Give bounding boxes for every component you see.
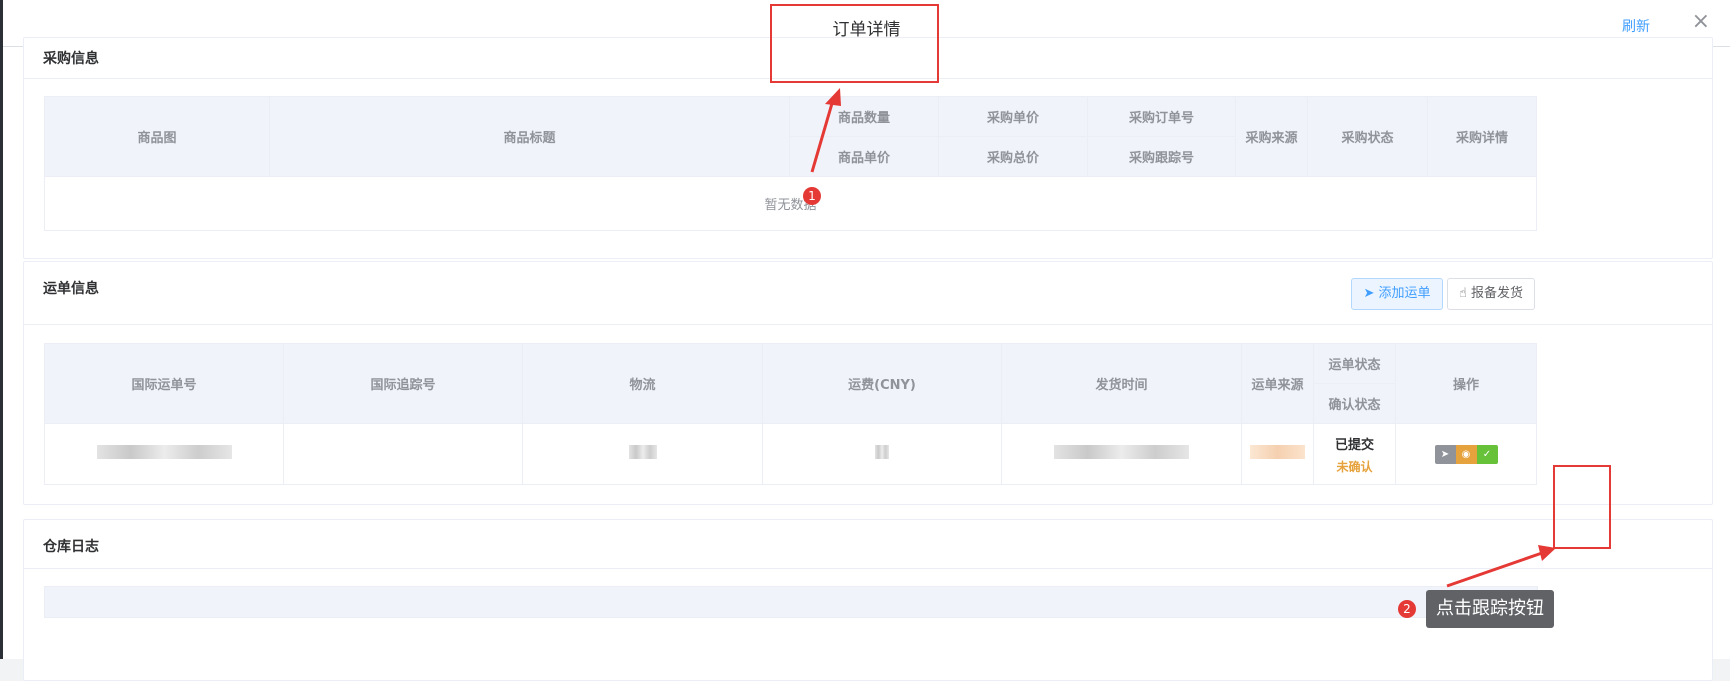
col-unit-price: 采购单价 <box>938 96 1088 137</box>
track-button[interactable]: ➤ <box>1434 444 1456 464</box>
step-1-marker: 1 <box>803 187 821 205</box>
col-freight: 运费(CNY) <box>762 343 1002 424</box>
redacted-value <box>628 445 657 459</box>
confirm-status-text: 未确认 <box>1336 459 1373 474</box>
divider <box>24 324 1712 325</box>
redacted-value <box>1054 445 1189 459</box>
close-icon[interactable]: × <box>1692 10 1710 34</box>
thumb-icon: ☝ <box>1458 286 1467 301</box>
col-intl-waybill-no: 国际运单号 <box>44 343 284 424</box>
check-icon: ✓ <box>1482 448 1492 460</box>
redacted-value <box>96 445 232 459</box>
empty-state: 暂无数据 <box>44 176 1537 231</box>
col-tracking-no: 采购跟踪号 <box>1087 136 1236 177</box>
col-goods-title: 商品标题 <box>269 96 790 177</box>
cell-waybill-source <box>1241 423 1314 485</box>
waybill-card: 运单信息 ➤ 添加运单 ☝ 报备发货 国际运单号 国际追踪号 物流 运费(CNY… <box>23 261 1713 505</box>
cell-logistics <box>522 423 763 485</box>
purchase-table: 商品图 商品标题 商品数量 采购单价 采购订单号 采购来源 采购状态 采购详情 … <box>44 96 1537 231</box>
col-logistics: 物流 <box>522 343 763 424</box>
col-goods-image: 商品图 <box>44 96 270 177</box>
col-intl-tracking-no: 国际追踪号 <box>283 343 523 424</box>
col-goods-price: 商品单价 <box>789 136 939 177</box>
action-group: ➤ ◉ ✓ <box>1434 444 1498 464</box>
col-waybill-source: 运单来源 <box>1241 343 1314 424</box>
purchase-title: 采购信息 <box>43 51 99 67</box>
col-order-no: 采购订单号 <box>1087 96 1236 137</box>
dialog-body[interactable]: 采购信息 商品图 商品标题 商品数量 采购单价 采购订单号 采购来源 采购状态 … <box>3 37 1730 681</box>
cell-intl-waybill-no <box>44 423 284 485</box>
table-row: 已提交 未确认 ➤ ◉ ✓ <box>44 423 1537 485</box>
cell-intl-tracking-no <box>283 423 523 485</box>
annotation-box-track <box>1553 465 1611 549</box>
redacted-value <box>1250 445 1305 459</box>
view-button[interactable]: ◉ <box>1455 444 1477 464</box>
add-waybill-button[interactable]: ➤ 添加运单 <box>1351 278 1443 310</box>
eye-icon: ◉ <box>1461 448 1471 460</box>
col-ship-time: 发货时间 <box>1001 343 1242 424</box>
send-icon: ➤ <box>1440 448 1450 460</box>
col-total-price: 采购总价 <box>938 136 1088 177</box>
col-waybill-status: 运单状态 <box>1313 343 1396 384</box>
warehouse-table-header <box>44 586 1538 618</box>
refresh-link[interactable]: 刷新 <box>1622 16 1650 36</box>
instruction-tooltip: 点击跟踪按钮 <box>1426 590 1554 628</box>
col-source: 采购来源 <box>1235 96 1308 177</box>
col-status: 采购状态 <box>1307 96 1428 177</box>
col-detail: 采购详情 <box>1427 96 1537 177</box>
redacted-value <box>875 445 889 459</box>
col-goods-qty: 商品数量 <box>789 96 939 137</box>
cell-ship-time <box>1001 423 1242 485</box>
divider <box>24 568 1712 569</box>
step-2-marker: 2 <box>1398 600 1416 618</box>
send-icon: ➤ <box>1363 286 1375 301</box>
report-shipment-button[interactable]: ☝ 报备发货 <box>1447 278 1535 310</box>
cell-freight <box>762 423 1002 485</box>
warehouse-title: 仓库日志 <box>43 539 99 555</box>
cell-actions: ➤ ◉ ✓ <box>1395 423 1537 485</box>
annotation-box-title <box>770 4 939 83</box>
report-shipment-label: 报备发货 <box>1471 286 1524 301</box>
waybill-table: 国际运单号 国际追踪号 物流 运费(CNY) 发货时间 运单来源 运单状态 操作… <box>44 343 1537 485</box>
cell-status: 已提交 未确认 <box>1313 423 1396 485</box>
add-waybill-label: 添加运单 <box>1378 286 1431 301</box>
col-actions: 操作 <box>1395 343 1537 424</box>
waybill-status-text: 已提交 <box>1334 437 1374 453</box>
confirm-button[interactable]: ✓ <box>1476 444 1498 464</box>
col-confirm-status: 确认状态 <box>1313 383 1396 424</box>
waybill-title: 运单信息 <box>43 281 99 297</box>
